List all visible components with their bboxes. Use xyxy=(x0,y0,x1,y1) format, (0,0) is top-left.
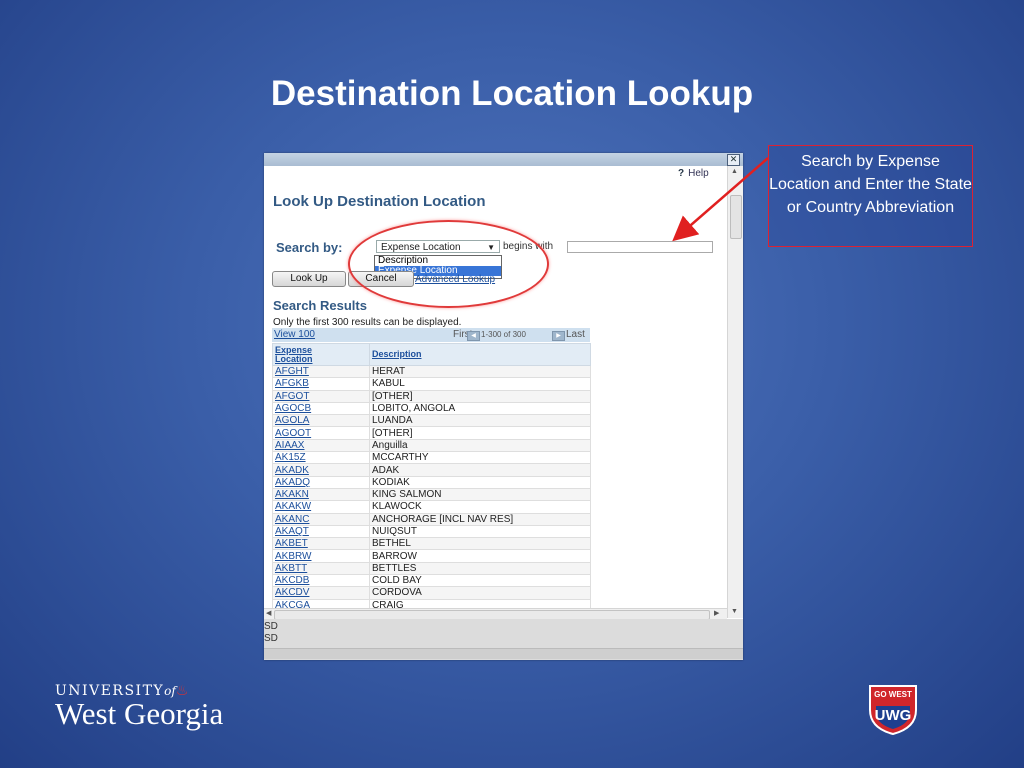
location-description: LUANDA xyxy=(369,414,591,428)
background-page-strip: SD SD xyxy=(264,619,743,660)
scroll-right-icon[interactable]: ▶ xyxy=(714,609,719,617)
expense-location-link[interactable]: AFGOT xyxy=(272,389,370,403)
expense-location-link[interactable]: AFGHT xyxy=(272,364,370,379)
location-description: KLAWOCK xyxy=(369,500,591,514)
window-titlebar: ✕ xyxy=(264,153,743,166)
expense-location-link[interactable]: AGOCB xyxy=(272,401,370,416)
expense-location-link[interactable]: AKANC xyxy=(272,512,370,526)
location-description: BARROW xyxy=(369,549,591,563)
location-description: ADAK xyxy=(369,463,591,477)
background-scrollbar xyxy=(264,648,743,659)
table-row: AFGHT HERAT xyxy=(272,364,591,379)
expense-location-link[interactable]: AKAQT xyxy=(272,524,370,539)
table-row: AKAQT NUIQSUT xyxy=(272,524,591,539)
prev-page-icon[interactable]: ◀ xyxy=(467,331,480,341)
table-row: AKADQ KODIAK xyxy=(272,475,591,489)
slide-title: Destination Location Lookup xyxy=(270,74,754,113)
location-description: ANCHORAGE [INCL NAV RES] xyxy=(369,512,591,526)
expense-location-link[interactable]: AIAAX xyxy=(272,438,370,453)
scroll-left-icon[interactable]: ◀ xyxy=(266,609,271,617)
table-row: AKAKW KLAWOCK xyxy=(272,500,591,514)
location-description: KODIAK xyxy=(369,475,591,489)
table-row: AKAKN KING SALMON xyxy=(272,487,591,502)
search-results-title: Search Results xyxy=(273,298,367,313)
location-description: [OTHER] xyxy=(369,426,591,440)
table-row: AGOOT [OTHER] xyxy=(272,426,591,440)
logo-west-georgia: West Georgia xyxy=(55,696,224,731)
table-row: AKANC ANCHORAGE [INCL NAV RES] xyxy=(272,512,591,526)
table-row: AKBRW BARROW xyxy=(272,549,591,563)
background-row: SD xyxy=(264,621,278,632)
expense-location-link[interactable]: AFGKB xyxy=(272,377,370,391)
expense-location-link[interactable]: AK15Z xyxy=(272,451,370,465)
location-description: KING SALMON xyxy=(369,487,591,502)
last-label: Last xyxy=(566,329,585,340)
table-row: AGOCB LOBITO, ANGOLA xyxy=(272,401,591,416)
expense-location-link[interactable]: AKBRW xyxy=(272,549,370,563)
help-icon: ? xyxy=(678,168,685,179)
col-header-description[interactable]: Description xyxy=(369,343,591,366)
col-header-expense-location[interactable]: Expense Location xyxy=(272,343,370,366)
badge-go-west: GO WEST xyxy=(874,690,912,699)
expense-location-link[interactable]: AKAKW xyxy=(272,500,370,514)
expense-location-link[interactable]: AGOLA xyxy=(272,414,370,428)
view-100-link[interactable]: View 100 xyxy=(274,328,315,342)
scroll-up-icon[interactable]: ▲ xyxy=(731,168,738,175)
expense-location-link[interactable]: AKCDV xyxy=(272,586,370,600)
table-row: AKADK ADAK xyxy=(272,463,591,477)
location-description: BETTLES xyxy=(369,561,591,576)
search-value-input[interactable] xyxy=(567,241,713,253)
results-body: AFGHT HERAT AFGKB KABUL AFGOT [OTHER] AGOCB LOB… xyxy=(272,364,591,612)
location-description: KABUL xyxy=(369,377,591,391)
location-description: COLD BAY xyxy=(369,574,591,588)
university-logo: UNIVERSITYof♨ West Georgia xyxy=(55,683,223,729)
vertical-scrollbar[interactable]: ▲ ▼ xyxy=(727,166,743,618)
help-link[interactable]: ? Help xyxy=(678,168,709,179)
table-row: AGOLA LUANDA xyxy=(272,414,591,428)
table-row: AKCDV CORDOVA xyxy=(272,586,591,600)
expense-location-link[interactable]: AKBTT xyxy=(272,561,370,576)
table-row: AKBTT BETTLES xyxy=(272,561,591,576)
close-icon[interactable]: ✕ xyxy=(727,154,740,166)
help-label: Help xyxy=(688,168,709,179)
highlight-ellipse xyxy=(348,220,549,308)
results-note: Only the first 300 results can be displa… xyxy=(273,317,462,328)
table-row: AFGOT [OTHER] xyxy=(272,389,591,403)
look-up-button[interactable]: Look Up xyxy=(272,271,346,287)
background-row: SD xyxy=(264,633,278,644)
location-description: CORDOVA xyxy=(369,586,591,600)
expense-location-link[interactable]: AKCDB xyxy=(272,574,370,588)
table-row: AIAAX Anguilla xyxy=(272,438,591,453)
table-row: AFGKB KABUL xyxy=(272,377,591,391)
table-row: AKBET BETHEL xyxy=(272,537,591,551)
location-description: Anguilla xyxy=(369,438,591,453)
location-description: HERAT xyxy=(369,364,591,379)
location-description: BETHEL xyxy=(369,537,591,551)
expense-location-link[interactable]: AKADQ xyxy=(272,475,370,489)
expense-location-link[interactable]: AKADK xyxy=(272,463,370,477)
uwg-badge-icon: GO WEST UWG xyxy=(869,685,917,736)
location-description: [OTHER] xyxy=(369,389,591,403)
expense-location-link[interactable]: AGOOT xyxy=(272,426,370,440)
next-page-icon[interactable]: ▶ xyxy=(552,331,565,341)
lookup-title: Look Up Destination Location xyxy=(273,193,486,210)
vertical-scroll-thumb[interactable] xyxy=(730,195,742,239)
callout-box: Search by Expense Location and Enter the… xyxy=(768,145,973,247)
expense-location-link[interactable]: AKBET xyxy=(272,537,370,551)
location-description: LOBITO, ANGOLA xyxy=(369,401,591,416)
location-description: NUIQSUT xyxy=(369,524,591,539)
range-label: 1-300 of 300 xyxy=(481,330,526,339)
badge-uwg: UWG xyxy=(875,707,912,724)
results-table: Expense Location Description AFGHT HERAT AF… xyxy=(272,343,591,612)
location-description: MCCARTHY xyxy=(369,451,591,465)
scroll-down-icon[interactable]: ▼ xyxy=(731,608,738,615)
table-row: AK15Z MCCARTHY xyxy=(272,451,591,465)
expense-location-link[interactable]: AKAKN xyxy=(272,487,370,502)
table-row: AKCDB COLD BAY xyxy=(272,574,591,588)
results-nav-bar: View 100 First ◀ 1-300 of 300 ▶ Last xyxy=(272,328,590,342)
search-by-label: Search by: xyxy=(276,240,343,255)
